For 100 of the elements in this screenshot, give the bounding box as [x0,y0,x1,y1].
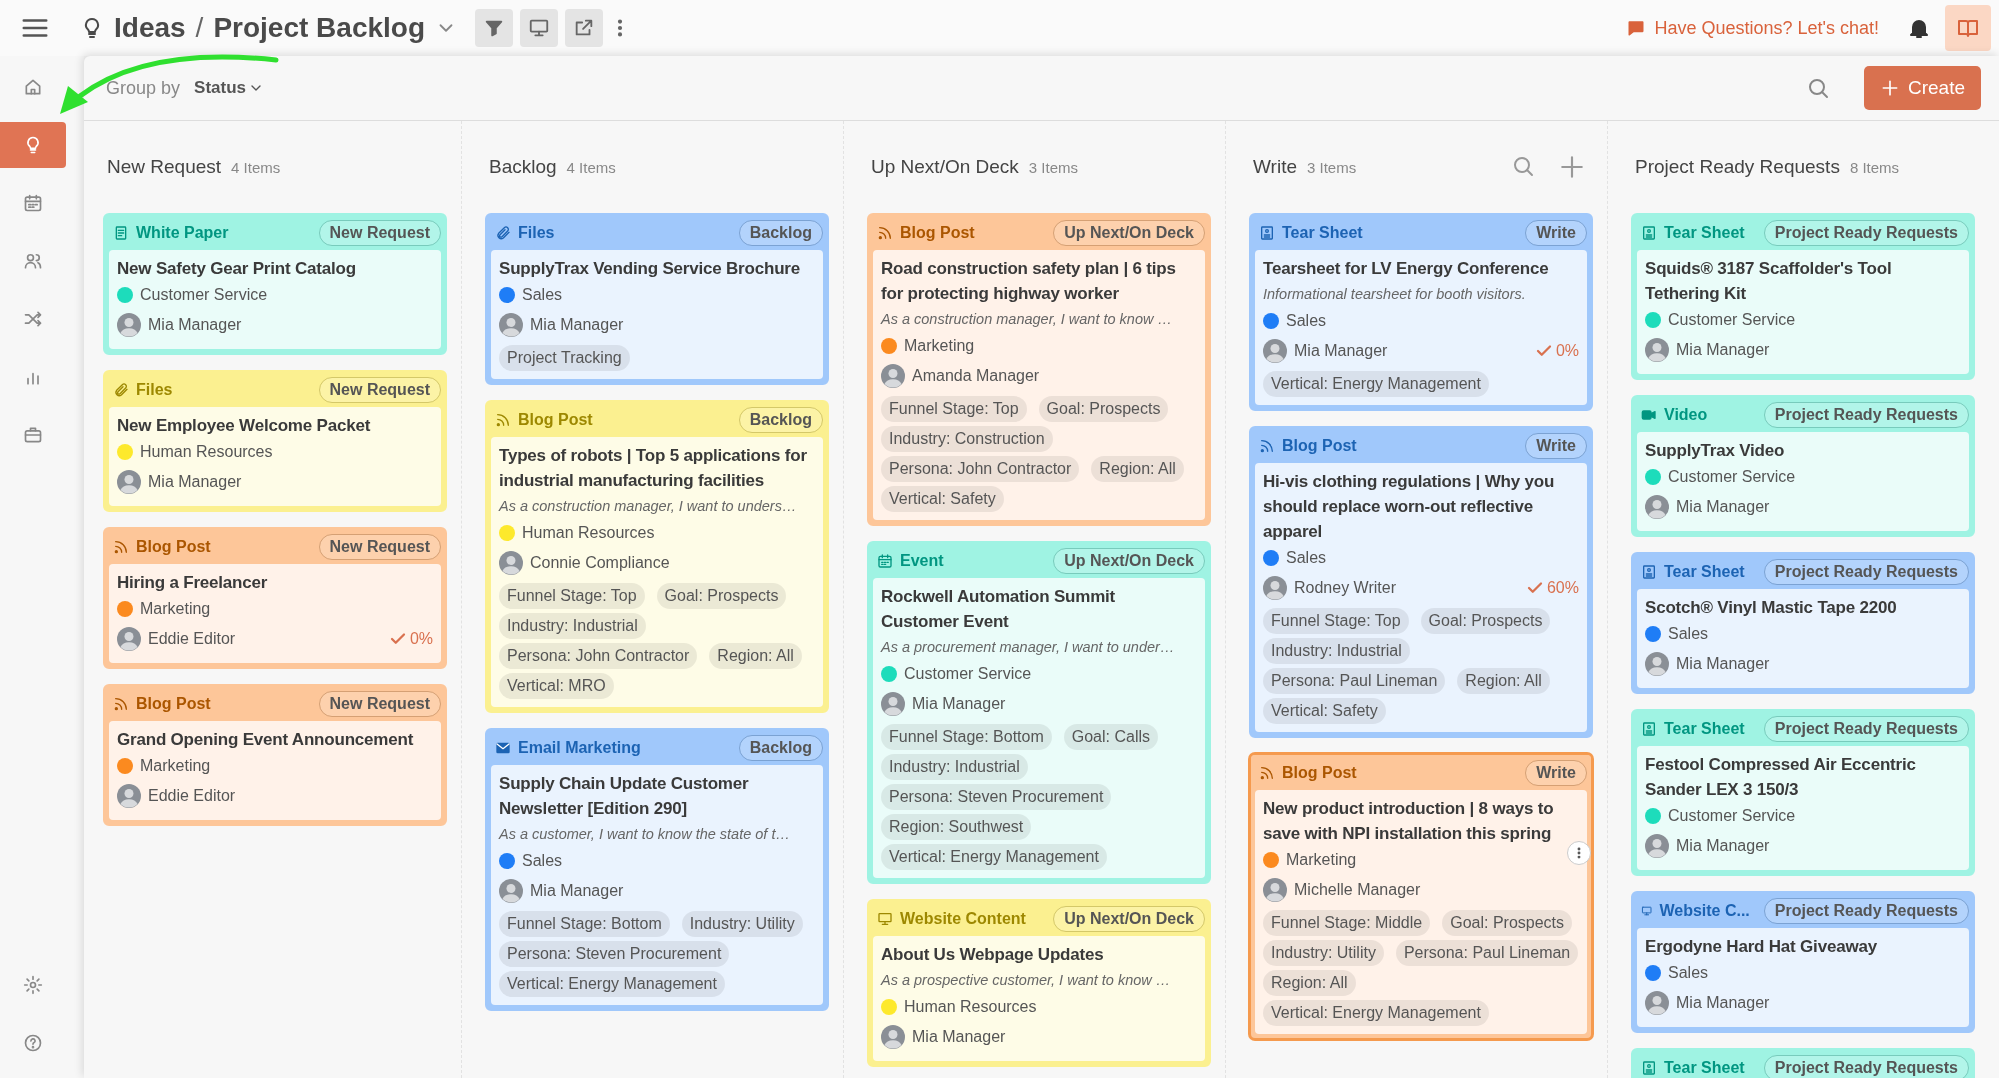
content-card[interactable]: Files Backlog SupplyTrax Vending Service Brochure Sales Mia Manager Project Tracking [485,213,829,385]
card-title: Road construction safety plan | 6 tips for protecting highway worker [881,258,1177,305]
share-button[interactable] [565,9,604,47]
assignee-name: Mia Manager [148,316,242,334]
department-name: Marketing [1286,851,1357,869]
assignee-name: Mia Manager [1294,342,1388,360]
document-icon [1641,224,1657,241]
assignee-name: Mia Manager [148,473,242,491]
card-title: SupplyTrax Video [1645,440,1786,462]
status-tag: Project Ready Requests [1763,715,1969,742]
content-type: Blog Post [518,410,593,429]
tag: Vertical: Energy Management [1263,1000,1489,1026]
content-type: Tear Sheet [1664,719,1745,738]
status-tag: Up Next/On Deck [1053,547,1205,574]
group-by-dropdown[interactable]: Status [194,78,264,98]
content-card[interactable]: White Paper New Request New Safety Gear Print Catalog Customer Service Mia Manager [103,213,447,355]
status-tag: Up Next/On Deck [1053,905,1205,932]
card-title: Rockwell Automation Summit Customer Event [881,586,1117,633]
tag: Project Tracking [499,345,630,371]
tag: Vertical: Safety [1263,698,1386,724]
status-tag: New Request [318,219,441,246]
card-title: Types of robots | Top 5 applications for industrial manufacturing facilities [499,445,808,492]
tag: Industry: Industrial [881,754,1028,780]
content-card[interactable]: Video Project Ready Requests SupplyTrax Video Customer Service Mia Manager [1631,395,1975,537]
content-type: Tear Sheet [1664,1058,1745,1077]
content-card[interactable]: Tear Sheet Write Tearsheet for LV Energy Conference Informational tearsheet for booth visitors. Sales Mia Manager 0% Vertical: Energy Management [1249,213,1593,411]
group-by-label: Group by [106,77,181,99]
status-tag: New Request [318,376,441,403]
assignee-name: Mia Manager [1676,837,1770,855]
content-type: Website Content [900,909,1026,928]
search-icon[interactable] [1511,154,1535,178]
document-icon [1641,720,1657,737]
monitor-icon [528,17,551,39]
card-title: Scotch® Vinyl Mastic Tape 2200 [1645,597,1898,619]
content-type: Files [518,223,555,242]
content-card[interactable]: Tear Sheet Project Ready Requests [1631,1048,1975,1078]
rss-icon [877,224,893,241]
department-name: Marketing [140,757,211,775]
tag: Vertical: MRO [499,673,614,699]
tag: Funnel Stage: Top [1263,608,1409,634]
content-card[interactable] [867,213,1211,526]
content-type: Email Marketing [518,738,641,757]
content-type: Files [136,380,173,399]
monitor-button[interactable] [520,9,559,47]
tag: Region: Southwest [881,814,1032,840]
content-card[interactable]: Blog Post New Request Grand Opening Event Announcement Marketing Eddie Editor [103,684,447,826]
tag: Goal: Prospects [1442,910,1573,936]
card-description: As a construction manager, I want to know … [881,310,1173,329]
tag: Persona: Paul Lineman [1395,940,1579,966]
item-count: 4 Items [566,158,616,176]
item-count: 4 Items [231,158,281,176]
sidebar-item[interactable] [0,122,66,168]
plus-icon[interactable] [1559,154,1585,180]
card-title: Supply Chain Update Customer Newsletter [Edition 290] [499,773,750,820]
tag: Industry: Construction [881,426,1053,452]
content-card[interactable]: Tear Sheet Project Ready Requests Scotch® Vinyl Mastic Tape 2200 Sales Mia Manager [1631,552,1975,694]
card-description: As a customer, I want to know the state of t… [499,825,791,844]
calendar-icon [23,193,43,213]
status-tag: Write [1525,219,1587,246]
document-icon [1641,563,1657,580]
monitor-icon [877,910,893,927]
content-type: Tear Sheet [1664,223,1745,242]
status-tag: Backlog [738,406,823,433]
assignee-name: Michelle Manager [1294,881,1421,899]
document-icon [1259,224,1275,241]
department-name: Human Resources [140,443,273,461]
tag: Persona: John Contractor [499,643,698,669]
content-card[interactable]: Website Content Up Next/On Deck About Us Webpage Updates As a prospective customer, I want to know … Human Resources Mia Manager [867,899,1211,1067]
card-title: Squids® 3187 Scaffolder's Tool Tethering Kit [1645,258,1893,305]
progress-text: 60% [1546,579,1579,597]
rss-icon [1259,764,1275,781]
assignee-name: Amanda Manager [912,367,1040,385]
tag: Funnel Stage: Middle [1263,910,1431,936]
content-type: Event [900,551,944,570]
tag: Persona: Steven Procurement [499,941,730,967]
content-card[interactable]: Tear Sheet Project Ready Requests Squids® 3187 Scaffolder's Tool Tethering Kit Customer Service Mia Manager [1631,213,1975,380]
content-card[interactable] [1249,753,1593,1040]
content-card[interactable]: Tear Sheet Project Ready Requests Festool Compressed Air Eccentric Sander LEX 3 150/3 Customer Service Mia Manager [1631,709,1975,876]
card-title: Hiring a Freelancer [117,572,269,594]
content-card[interactable]: Website C... Project Ready Requests Ergodyne Hard Hat Giveaway Sales Mia Manager [1631,891,1975,1033]
filter-button[interactable] [475,9,514,47]
tag: Funnel Stage: Bottom [499,911,670,937]
shuffle-icon [23,309,43,329]
book-button[interactable] [1945,5,1991,51]
avatar [117,627,141,651]
content-type: Tear Sheet [1664,562,1745,581]
content-type: Blog Post [900,223,975,242]
card-title: SupplyTrax Vending Service Brochure [499,258,801,280]
tag: Goal: Calls [1063,724,1158,750]
avatar [881,1025,905,1049]
content-card[interactable] [1249,426,1593,738]
assignee-name: Eddie Editor [148,630,236,648]
avatar [499,313,523,337]
status-tag: Backlog [738,219,823,246]
breadcrumb-separator: / [195,12,204,44]
content-card[interactable]: Blog Post New Request Hiring a Freelancer Marketing Eddie Editor 0% [103,527,447,669]
breadcrumb-link[interactable]: Ideas [114,12,186,44]
tag: Goal: Prospects [1038,396,1169,422]
content-card[interactable] [485,728,829,1011]
content-card[interactable]: Files New Request New Employee Welcome Packet Human Resources Mia Manager [103,370,447,512]
